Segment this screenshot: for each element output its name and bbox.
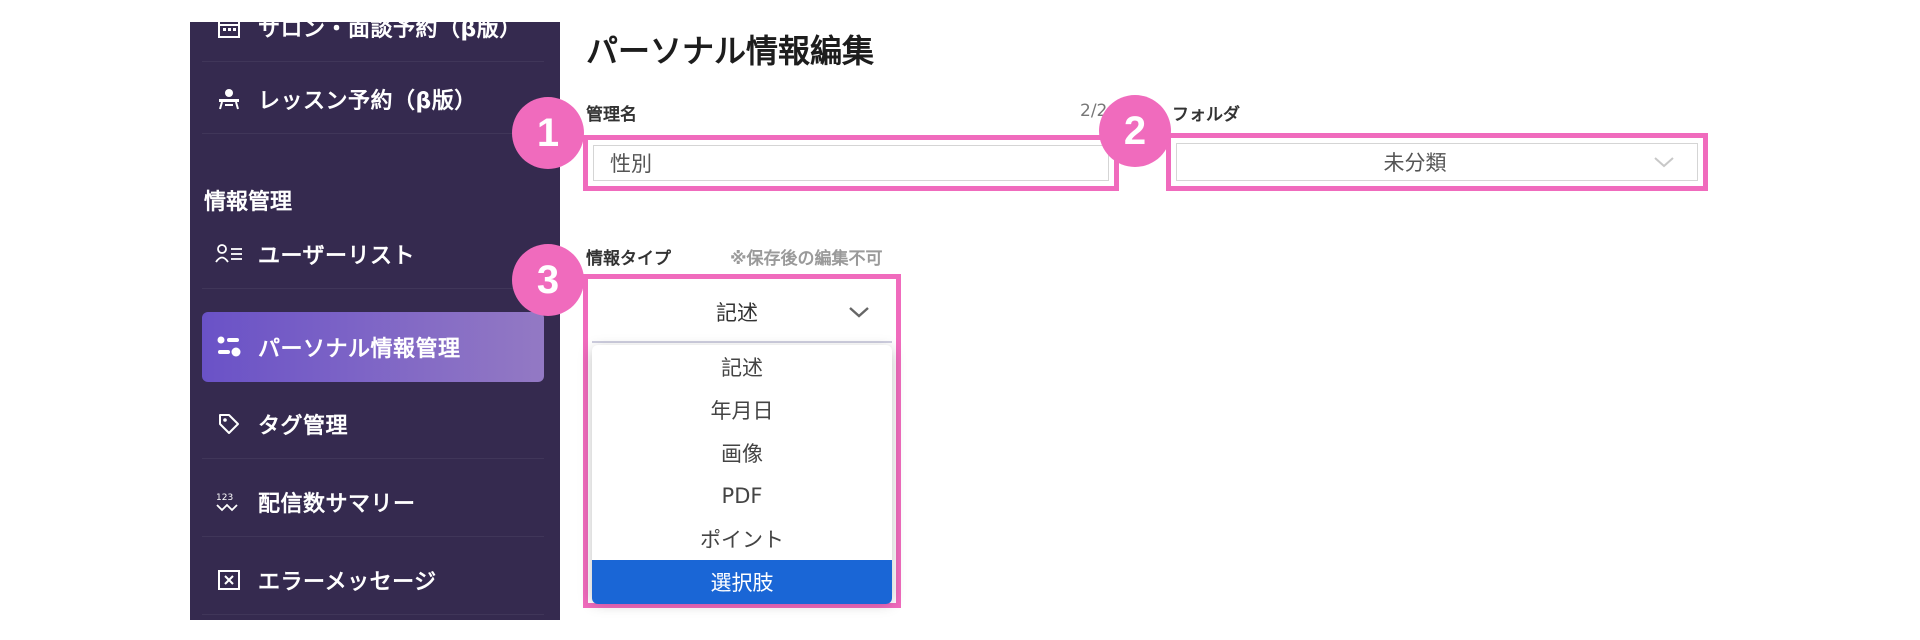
annotation-badge-3: 3 [512, 244, 584, 316]
option-pdf[interactable]: PDF [592, 474, 892, 517]
sidebar-item-personal-info[interactable]: パーソナル情報管理 [202, 312, 544, 382]
option-choice[interactable]: 選択肢 [592, 560, 892, 604]
annotation-badge-2: 2 [1099, 95, 1171, 167]
name-input-value: 性別 [610, 152, 652, 176]
info-type-label: 情報タイプ [586, 249, 671, 269]
personal-info-icon [214, 332, 244, 362]
info-type-select[interactable]: 記述 [592, 283, 892, 343]
tag-icon [214, 409, 244, 439]
sidebar-item-lesson-booking[interactable]: レッスン予約（β版） [202, 64, 544, 134]
info-type-select-value: 記述 [716, 301, 758, 325]
sidebar-item-label: タグ管理 [258, 413, 349, 439]
sidebar-item-label: ユーザーリスト [258, 243, 416, 269]
sidebar-item-salon-booking[interactable]: サロン・面談予約（β版） [202, 0, 544, 62]
error-message-icon [214, 565, 244, 595]
option-description[interactable]: 記述 [592, 345, 892, 388]
count-summary-icon: 123 [214, 487, 244, 517]
folder-field-highlight: 未分類 [1166, 133, 1708, 191]
calendar-icon [214, 12, 244, 42]
option-image[interactable]: 画像 [592, 431, 892, 474]
name-input[interactable]: 性別 [593, 145, 1109, 181]
lesson-icon [214, 84, 244, 114]
name-field-label: 管理名 [586, 105, 637, 125]
info-type-dropdown: 記述 年月日 画像 PDF ポイント 選択肢 [592, 345, 892, 604]
user-list-icon [214, 239, 244, 269]
chevron-down-icon [849, 307, 869, 318]
sidebar-item-label: レッスン予約（β版） [258, 88, 477, 114]
name-field-highlight: 性別 [583, 135, 1119, 191]
sidebar-item-label: サロン・面談予約（β版） [258, 16, 522, 42]
sidebar: サロン・面談予約（β版） レッスン予約（β版） 情報管理 ユーザーリスト パーソ… [190, 16, 560, 620]
sidebar-item-user-list[interactable]: ユーザーリスト [202, 219, 544, 289]
info-type-note: ※保存後の編集不可 [730, 249, 883, 269]
chevron-down-icon [1654, 157, 1674, 168]
sidebar-item-delivery-summary[interactable]: 123 配信数サマリー [202, 467, 544, 537]
folder-select-value: 未分類 [1383, 151, 1447, 175]
folder-select[interactable]: 未分類 [1176, 143, 1698, 181]
option-date[interactable]: 年月日 [592, 388, 892, 431]
page-title: パーソナル情報編集 [586, 32, 875, 70]
folder-field-label: フォルダ [1172, 105, 1240, 125]
sidebar-item-label: パーソナル情報管理 [258, 337, 461, 362]
sidebar-item-label: エラーメッセージ [258, 569, 437, 595]
svg-text:123: 123 [216, 493, 233, 503]
annotation-badge-1: 1 [512, 97, 584, 169]
section-title-info-management: 情報管理 [204, 190, 293, 215]
sidebar-item-label: 配信数サマリー [258, 491, 416, 517]
sidebar-item-tag-management[interactable]: タグ管理 [202, 389, 544, 459]
sidebar-item-error-message[interactable]: エラーメッセージ [202, 545, 544, 615]
info-type-highlight: 記述 記述 年月日 画像 PDF ポイント 選択肢 [583, 274, 901, 608]
option-point[interactable]: ポイント [592, 517, 892, 560]
